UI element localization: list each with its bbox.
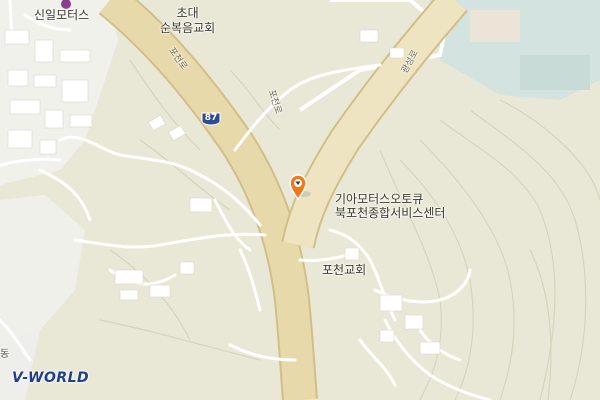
route-number: 87 (204, 113, 218, 123)
label-shinil-motors[interactable]: 신일모터스 (34, 8, 89, 22)
vworld-logo: V-WORLD (12, 370, 90, 386)
label-kia-service-center[interactable]: 기아모터스오토큐 북포천종합서비스센터 (335, 192, 445, 220)
map-base-layer (0, 0, 600, 400)
location-pin-icon[interactable] (289, 174, 307, 200)
map-view[interactable]: 87 신일모터스 초대 순복음교회 기아모터스오토큐 북포천종합서비스센터 포천… (0, 0, 600, 400)
label-pocheon-church[interactable]: 포천교회 (322, 263, 366, 277)
edge-label: 동 (0, 349, 10, 360)
label-chodae-church[interactable]: 초대 순복음교회 (160, 6, 215, 36)
route-87-shield: 87 (200, 111, 222, 126)
